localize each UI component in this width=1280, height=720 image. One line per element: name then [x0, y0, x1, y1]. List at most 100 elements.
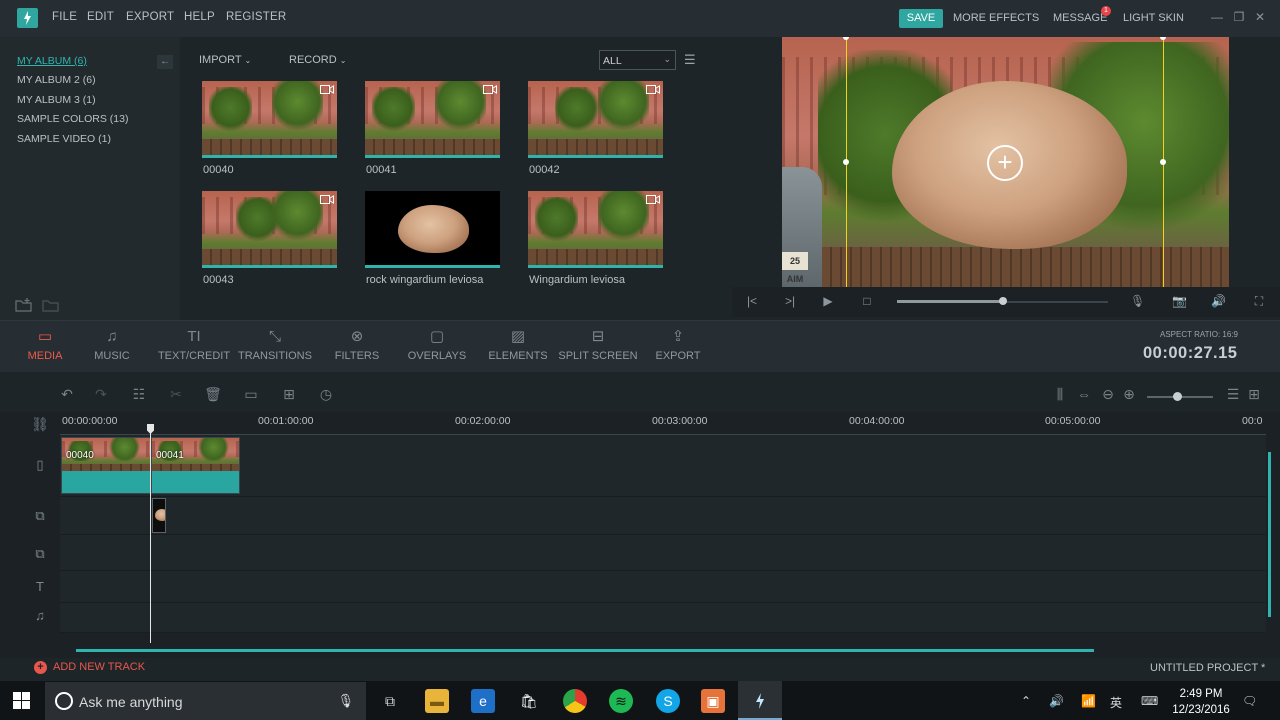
timeline-clip-00040[interactable]: 00040 [61, 437, 151, 494]
tab-music[interactable]: ♫ MUSIC [72, 328, 152, 362]
preview-frame[interactable]: 25 AIM + [782, 37, 1229, 287]
cortana-search-box[interactable]: Ask me anything 🎙 [45, 682, 366, 720]
tab-transitions[interactable]: ⤡ TRANSITIONS [235, 328, 315, 362]
zoom-in-icon[interactable]: ⊕ [1120, 386, 1138, 402]
menu-register[interactable]: REGISTER [226, 11, 286, 23]
fullscreen-icon[interactable]: ⛶ [1252, 294, 1266, 308]
list-view-icon[interactable]: ☰ [1224, 386, 1242, 402]
tab-elements[interactable]: ▨ ELEMENTS [478, 328, 558, 362]
task-view-icon[interactable]: ⧉ [378, 689, 402, 713]
paint-app-icon[interactable]: ▣ [701, 689, 725, 713]
overlay-track-1[interactable] [60, 497, 1266, 535]
delete-icon[interactable]: 🗑 [204, 386, 222, 402]
snap-link-icon[interactable]: ⛓ [31, 416, 49, 432]
tab-split-screen[interactable]: ⊟ SPLIT SCREEN [558, 328, 638, 362]
media-thumb-00042[interactable] [528, 81, 663, 158]
fit-timeline-icon[interactable]: ⇔ [1075, 386, 1093, 402]
close-icon[interactable]: ✕ [1253, 10, 1267, 24]
store-icon[interactable]: 🛍 [517, 689, 541, 713]
album-item-my-album-2[interactable]: MY ALBUM 2 (6) [17, 74, 96, 86]
chevron-up-icon[interactable]: ⌃ [1021, 694, 1031, 708]
wifi-icon[interactable]: 📶 [1081, 694, 1096, 708]
adjust-icon[interactable]: ☷ [130, 386, 148, 402]
video-camera-icon [483, 84, 497, 95]
add-folder-icon[interactable] [15, 298, 33, 312]
preview-progress-handle[interactable] [999, 297, 1007, 305]
menu-file[interactable]: FILE [52, 11, 77, 23]
media-thumb-00040[interactable] [202, 81, 337, 158]
video-track[interactable] [60, 435, 1266, 497]
video-camera-icon [320, 84, 334, 95]
restore-icon[interactable]: ❐ [1232, 10, 1246, 24]
zoom-slider-handle[interactable] [1173, 392, 1182, 401]
timeline-clip-rock[interactable] [152, 498, 166, 533]
light-skin-button[interactable]: LIGHT SKIN [1123, 12, 1184, 24]
media-filter-select[interactable]: ALL ⌄ [599, 50, 676, 70]
microphone-icon[interactable]: 🎙 [1130, 294, 1145, 308]
move-center-icon[interactable]: + [987, 145, 1023, 181]
save-button[interactable]: SAVE [899, 9, 943, 28]
message-button[interactable]: MESSAGE [1053, 12, 1107, 24]
zoom-out-icon[interactable]: ⊖ [1099, 386, 1117, 402]
tab-export[interactable]: ⇪ EXPORT [638, 328, 718, 362]
grid-view-icon[interactable]: ⊞ [1245, 386, 1263, 402]
timeline-vertical-scrollbar[interactable] [1268, 452, 1271, 617]
skip-back-icon[interactable]: |< [745, 294, 759, 308]
timeline-horizontal-scrollbar[interactable] [76, 649, 1094, 652]
list-view-icon[interactable]: ☰ [684, 52, 700, 67]
menu-export[interactable]: EXPORT [126, 11, 174, 23]
notification-icon[interactable]: 🗨 [1242, 694, 1257, 708]
add-new-track-button[interactable]: + ADD NEW TRACK [34, 661, 145, 674]
album-item-my-album-3[interactable]: MY ALBUM 3 (1) [17, 94, 96, 106]
audio-mixer-icon[interactable]: ⫼ [1051, 386, 1069, 402]
album-item-sample-colors[interactable]: SAMPLE COLORS (13) [17, 113, 128, 125]
mosaic-icon[interactable]: ⊞ [280, 386, 298, 402]
minimize-icon[interactable]: — [1210, 10, 1224, 24]
collapse-panel-icon[interactable]: ← [157, 55, 173, 69]
redo-icon[interactable]: ↷ [92, 386, 110, 402]
more-effects-button[interactable]: MORE EFFECTS [953, 12, 1039, 24]
windows-start-icon[interactable] [13, 692, 30, 709]
tab-filters[interactable]: ⊗ FILTERS [317, 328, 397, 362]
resize-handle[interactable] [1160, 159, 1166, 165]
clip-label: 00041 [156, 450, 184, 461]
chrome-icon[interactable] [563, 689, 587, 713]
volume-icon[interactable]: 🔊 [1211, 294, 1226, 308]
volume-icon[interactable]: 🔊 [1049, 694, 1064, 708]
timeline-clip-00041[interactable]: 00041 [151, 437, 240, 494]
media-thumb-rock[interactable] [365, 191, 500, 268]
snapshot-camera-icon[interactable]: 📷 [1172, 294, 1187, 308]
music-track[interactable] [60, 603, 1266, 633]
record-dropdown[interactable]: RECORD ⌄ [289, 54, 346, 66]
input-method-icon[interactable]: 英 [1110, 694, 1122, 711]
microphone-icon[interactable]: 🎙 [337, 693, 354, 709]
file-explorer-icon[interactable]: ▬ [425, 689, 449, 713]
media-thumb-00043[interactable] [202, 191, 337, 268]
media-thumb-wingardium[interactable] [528, 191, 663, 268]
skype-icon[interactable]: S [656, 689, 680, 713]
tab-overlays[interactable]: ▢ OVERLAYS [397, 328, 477, 362]
edge-browser-icon[interactable]: e [471, 689, 495, 713]
text-track[interactable] [60, 571, 1266, 603]
play-icon[interactable]: ▶ [821, 294, 835, 308]
menu-help[interactable]: HELP [184, 11, 215, 23]
playhead[interactable] [150, 428, 151, 643]
album-item-my-album[interactable]: MY ALBUM (6) [17, 55, 87, 67]
crop-icon[interactable]: ▭ [242, 386, 260, 402]
duration-icon[interactable]: ◷ [317, 386, 335, 402]
media-thumb-00041[interactable] [365, 81, 500, 158]
cut-icon[interactable]: ✂ [167, 386, 185, 402]
stop-icon[interactable]: □ [860, 294, 874, 308]
import-dropdown[interactable]: IMPORT ⌄ [199, 54, 251, 66]
menu-edit[interactable]: EDIT [87, 11, 114, 23]
taskbar-clock[interactable]: 2:49 PM 12/23/2016 [1170, 686, 1232, 718]
spotify-icon[interactable]: ≋ [609, 689, 633, 713]
keyboard-icon[interactable]: ⌨ [1141, 694, 1158, 708]
undo-icon[interactable]: ↶ [58, 386, 76, 402]
delete-folder-icon[interactable] [42, 298, 60, 312]
skip-forward-icon[interactable]: >| [783, 294, 797, 308]
resize-handle[interactable] [843, 159, 849, 165]
album-item-sample-video[interactable]: SAMPLE VIDEO (1) [17, 133, 111, 145]
overlay-track-2[interactable] [60, 535, 1266, 571]
tab-text-credit[interactable]: TI TEXT/CREDIT [154, 328, 234, 362]
